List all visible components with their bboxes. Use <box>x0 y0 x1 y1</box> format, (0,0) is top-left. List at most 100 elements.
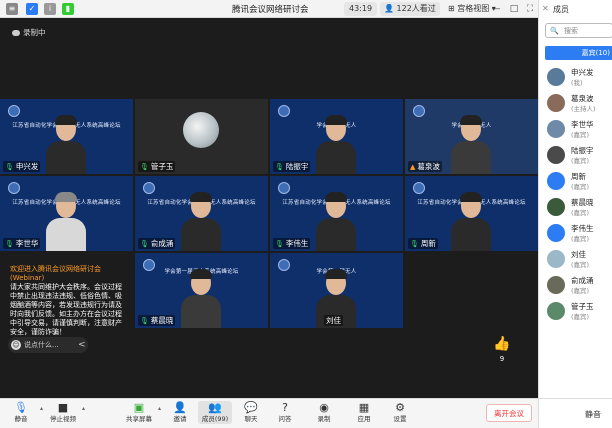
shield-icon[interactable]: ✓ <box>26 3 38 15</box>
video-tile[interactable]: 江苏省自动化学会第一届无人系统高峰论坛 🎙李世华 <box>0 176 133 251</box>
restore-icon[interactable]: □ <box>508 2 520 16</box>
collapse-chat-button[interactable]: < <box>78 337 88 353</box>
members-button[interactable]: 👥 成员(99) <box>198 401 232 424</box>
participant-video <box>451 115 491 174</box>
avatar <box>547 120 565 138</box>
video-tile[interactable]: 江苏省自动化学会第一届无人系统高峰论坛 🎙李伟生 <box>270 176 403 251</box>
member-list-item[interactable]: 李伟生 (嘉宾) <box>547 222 612 246</box>
video-tile[interactable]: 🎙 管子玉 <box>135 99 268 174</box>
chevron-up-icon[interactable]: ▴ <box>158 405 161 412</box>
chat-icon: 💬 <box>244 401 258 414</box>
share-screen-icon: ▣ <box>133 401 145 414</box>
member-role: (嘉宾) <box>571 131 590 139</box>
tab-guests[interactable]: 嘉宾(10) <box>545 46 612 60</box>
participant-video <box>451 192 491 251</box>
grid-view-label: 宫格视图 <box>457 4 490 13</box>
recording-indicator: 录制中 <box>12 27 46 38</box>
chat-notice: 请大家共同维护大会秩序。会议过程中禁止出现违法违规、低俗色情、吸烟酗酒等内容，若… <box>10 283 122 336</box>
video-tile[interactable]: 学会第一届无人 🎙陆振宇 <box>270 99 403 174</box>
qa-button[interactable]: ? 问答 <box>268 401 302 424</box>
menu-icon[interactable]: ≡ <box>6 3 18 15</box>
member-list-item[interactable]: 周新 (嘉宾) <box>547 170 612 194</box>
video-tile[interactable]: 江苏省自动化学会第一届无人系统高峰论坛 🎙俞成涌 <box>135 176 268 251</box>
member-list-item[interactable]: 申兴发 (我) <box>547 66 612 90</box>
logo-icon <box>8 105 20 117</box>
chat-overlay: 欢迎进入腾讯会议网络研讨会(Webinar) 请大家共同维护大会秩序。会议过程中… <box>10 265 128 336</box>
member-list-item[interactable]: 刘佳 (嘉宾) <box>547 248 612 272</box>
mute-label: 静音 <box>14 415 28 423</box>
video-tile[interactable]: 江苏省自动化学会第一届无人系统高峰论坛 🎙周新 <box>405 176 538 251</box>
logo-icon <box>278 105 290 117</box>
avatar <box>547 146 565 164</box>
logo-icon <box>413 182 425 194</box>
viewer-count[interactable]: 👤 122人看过 <box>380 2 440 16</box>
like-count: 9 <box>499 355 505 363</box>
participant-name: 申兴发 <box>15 162 39 171</box>
record-button[interactable]: ◉ 录制 <box>307 401 341 424</box>
member-role: (嘉宾) <box>571 209 590 217</box>
member-role: (我) <box>571 79 583 87</box>
emoji-icon[interactable]: ☺ <box>11 340 21 350</box>
logo-icon <box>8 182 20 194</box>
member-search-input[interactable]: 🔍 搜索 <box>545 23 612 38</box>
chat-label: 聊天 <box>244 415 258 423</box>
participant-name: 葛泉波 <box>417 162 440 171</box>
settings-button[interactable]: ⚙ 设置 <box>383 401 417 424</box>
window-title: 腾讯会议网络研讨会 <box>232 5 309 15</box>
participant-name-label: 🎙 申兴发 <box>3 161 41 172</box>
chat-input[interactable]: ☺ 说点什么... <box>8 337 88 353</box>
qa-label: 问答 <box>278 415 292 423</box>
host-icon: ▲ <box>410 163 416 171</box>
video-tile[interactable]: 江苏省自动化学会第一届无人系统高峰论坛 🎙申兴发 <box>0 99 133 174</box>
avatar <box>547 172 565 190</box>
mute-all-button[interactable]: 静音 <box>585 409 601 420</box>
fullscreen-icon[interactable]: ⛶ <box>524 2 536 16</box>
member-list-item[interactable]: 陆振宇 (嘉宾) <box>547 144 612 168</box>
member-role: (嘉宾) <box>571 183 590 191</box>
close-icon[interactable]: ✕ <box>542 4 549 13</box>
record-label: 录制 <box>317 415 331 423</box>
info-icon[interactable]: i <box>44 3 56 15</box>
stop-video-button[interactable]: ■ 停止视频 ▴ <box>46 401 85 424</box>
avatar <box>547 198 565 216</box>
participant-avatar <box>183 112 219 148</box>
participant-name-label: 🎙 周新 <box>408 238 438 249</box>
participant-name-label: 🎙 俞成涌 <box>138 238 176 249</box>
minimize-icon[interactable]: — <box>490 2 502 16</box>
avatar <box>547 276 565 294</box>
video-tile[interactable]: 学会第一届无人系统高峰论坛 🎙蔡晨晓 <box>135 253 268 328</box>
member-list-item[interactable]: 葛泉波 (主持人) <box>547 92 612 116</box>
participant-name-label: 🎙 陆振宇 <box>273 161 311 172</box>
participant-name: 管子玉 <box>150 162 174 171</box>
panel-footer <box>539 398 612 428</box>
participant-video <box>316 115 356 174</box>
mute-button[interactable]: 🎙 静音 ▴ <box>4 401 43 424</box>
mic-icon: 🎙 <box>5 240 14 248</box>
member-list-item[interactable]: 俞成涌 (嘉宾) <box>547 274 612 298</box>
chevron-up-icon[interactable]: ▴ <box>82 405 85 412</box>
member-list-item[interactable]: 管子玉 (嘉宾) <box>547 300 612 324</box>
member-list-item[interactable]: 蔡晨晓 (嘉宾) <box>547 196 612 220</box>
invite-button[interactable]: 👤 邀请 <box>163 401 197 424</box>
share-screen-button[interactable]: ▣ 共享屏幕 ▴ <box>122 401 161 424</box>
mic-icon: 🎙 <box>275 240 284 248</box>
member-role: (主持人) <box>571 105 596 113</box>
member-role: (嘉宾) <box>571 287 590 295</box>
like-button[interactable]: 👍 9 <box>492 336 512 363</box>
recording-label: 录制中 <box>23 28 46 37</box>
chevron-up-icon[interactable]: ▴ <box>40 405 43 412</box>
avatar <box>547 68 565 86</box>
members-icon: 👥 <box>208 401 222 414</box>
meeting-timer: 43:19 <box>344 2 378 16</box>
apps-icon: ▦ <box>358 401 370 414</box>
video-tile[interactable]: 学会第一届无人 刘佳 <box>270 253 403 328</box>
camera-icon: ■ <box>57 401 69 414</box>
member-list-item[interactable]: 李世华 (嘉宾) <box>547 118 612 142</box>
chat-button[interactable]: 💬 聊天 <box>234 401 268 424</box>
leave-meeting-button[interactable]: 离开会议 <box>486 404 532 422</box>
video-tile[interactable]: 学会第一届无人 ▲葛泉波 <box>405 99 538 174</box>
apps-button[interactable]: ▦ 应用 <box>347 401 381 424</box>
viewer-count-label: 122人看过 <box>396 4 436 13</box>
mic-icon: 🎙 <box>275 163 284 171</box>
participant-name-label: 🎙 蔡晨晓 <box>138 315 176 326</box>
